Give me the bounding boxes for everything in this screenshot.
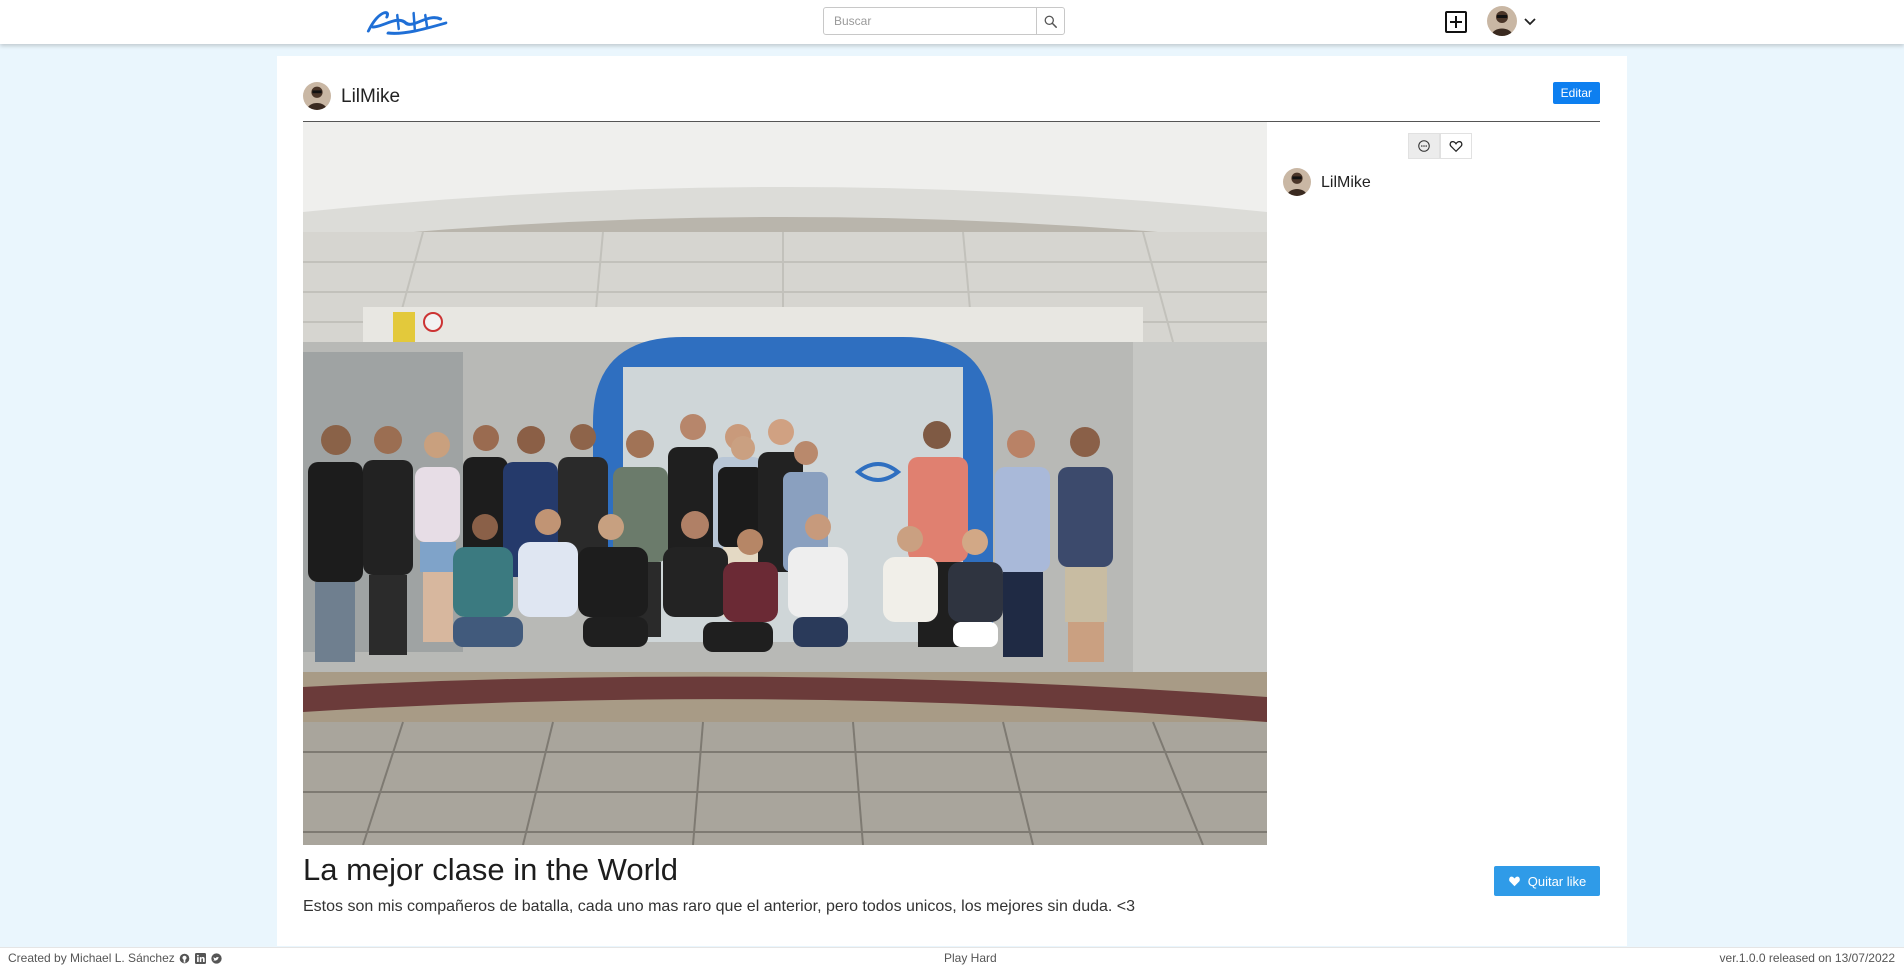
comments-toggle-button[interactable] xyxy=(1408,133,1440,159)
footer-credit: Created by Michael L. Sánchez xyxy=(8,951,223,965)
chevron-down-icon xyxy=(1524,18,1536,26)
like-toggle-button[interactable] xyxy=(1440,133,1472,159)
avatar-image xyxy=(1283,168,1311,196)
comment-icon xyxy=(1418,140,1430,152)
footer-version: ver.1.0.0 released on 13/07/2022 xyxy=(1719,951,1895,965)
search-icon xyxy=(1044,15,1057,28)
heart-outline-icon xyxy=(1449,141,1463,153)
author-name[interactable]: LilMike xyxy=(341,86,400,108)
linkedin-icon[interactable] xyxy=(195,952,207,964)
logo-mark xyxy=(366,11,448,35)
edit-button[interactable]: Editar xyxy=(1552,82,1600,104)
commenter-avatar[interactable] xyxy=(1283,168,1311,196)
app-logo[interactable] xyxy=(363,5,451,39)
unlike-button[interactable]: Quitar like xyxy=(1494,866,1600,896)
new-post-button[interactable] xyxy=(1445,11,1467,33)
github-icon[interactable] xyxy=(179,952,191,964)
heart-filled-icon xyxy=(1508,876,1520,887)
post-description: Estos son mis compañeros de batalla, cad… xyxy=(303,898,1136,915)
post-image xyxy=(303,122,1267,845)
post-header: LilMike Editar xyxy=(303,82,1600,122)
plus-square-icon xyxy=(1450,16,1462,28)
user-avatar[interactable] xyxy=(1487,6,1517,36)
search-box xyxy=(823,7,1065,35)
unlike-label: Quitar like xyxy=(1527,873,1587,889)
footer: Created by Michael L. Sánchez Play Hard … xyxy=(0,947,1904,967)
author-avatar[interactable] xyxy=(303,82,331,110)
credit-text: Created by Michael L. Sánchez xyxy=(8,951,175,965)
search-button[interactable] xyxy=(1036,8,1064,34)
avatar-image xyxy=(303,82,331,110)
footer-motto: Play Hard xyxy=(944,951,997,965)
post-title: La mejor clase in the World xyxy=(303,852,679,887)
top-navbar xyxy=(0,0,1904,44)
twitter-icon[interactable] xyxy=(211,952,223,964)
group-photo xyxy=(303,122,1267,845)
user-menu-toggle[interactable] xyxy=(1522,13,1538,29)
post-side-panel: LilMike xyxy=(1283,122,1600,845)
commenter-name[interactable]: LilMike xyxy=(1321,174,1371,192)
search-input[interactable] xyxy=(824,8,1036,34)
post-card: LilMike Editar LilMike La mejor clase in… xyxy=(277,56,1627,946)
post-actions xyxy=(1408,133,1472,159)
avatar-image xyxy=(1487,6,1517,36)
